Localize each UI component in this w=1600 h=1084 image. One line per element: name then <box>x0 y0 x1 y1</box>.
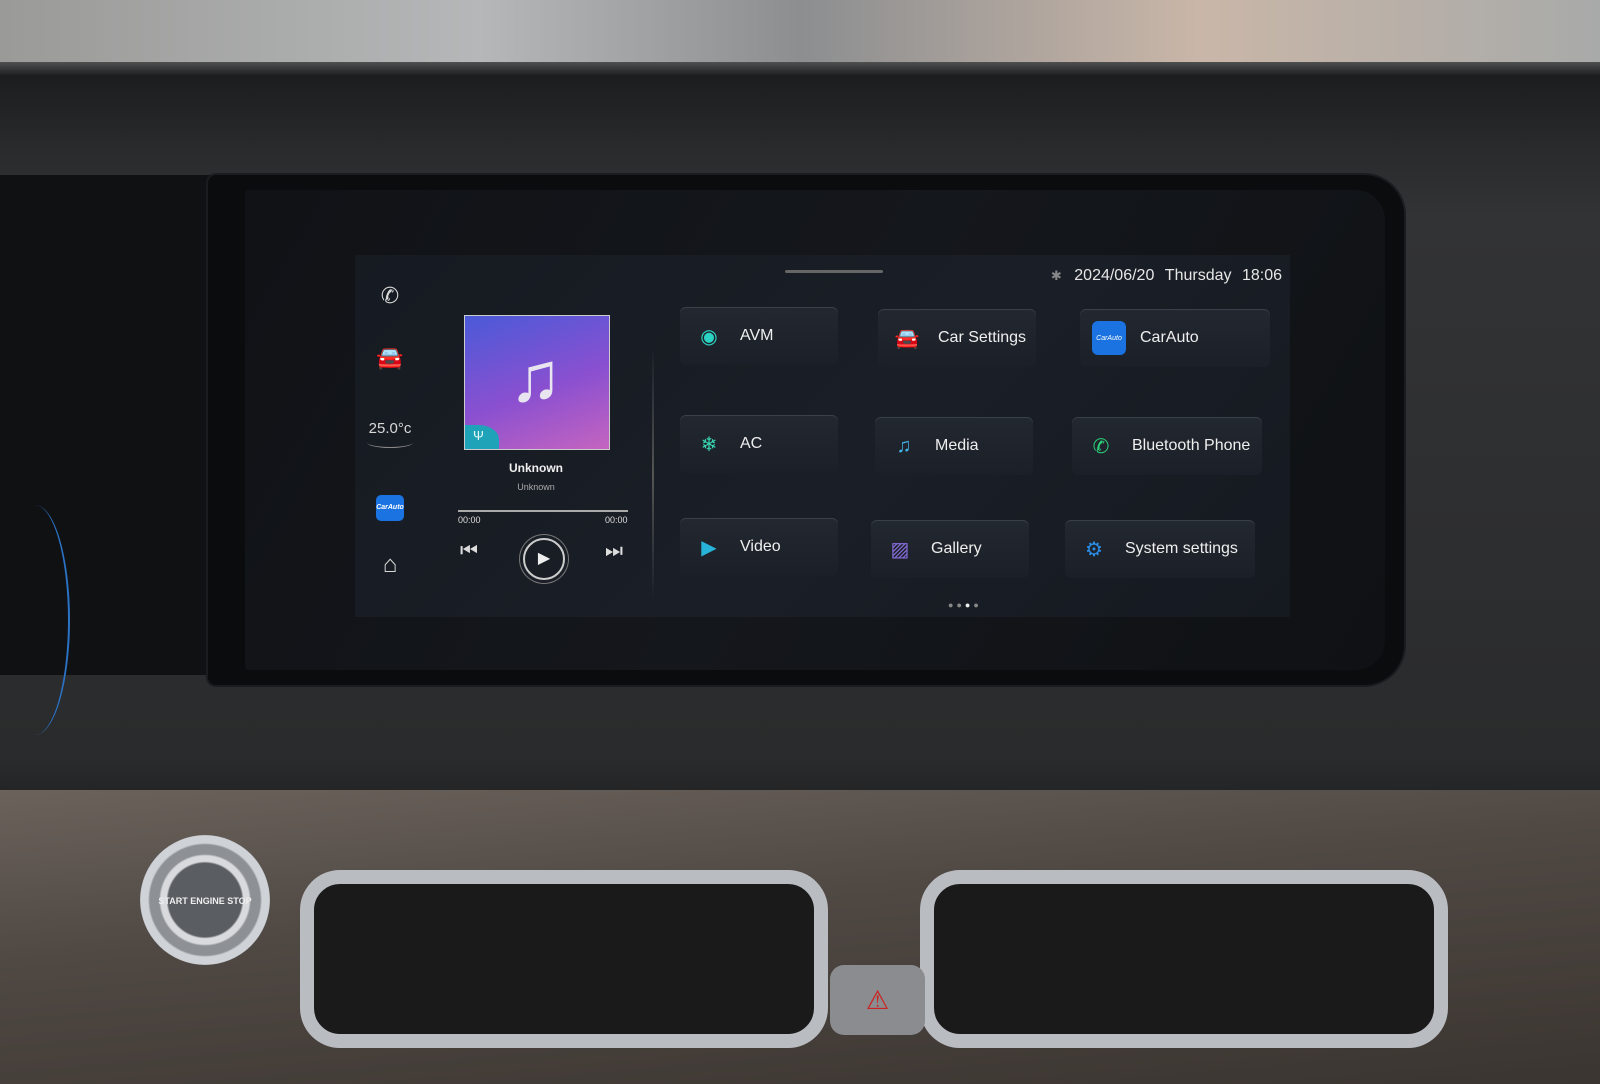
app-label: AVM <box>740 327 774 344</box>
start-engine-label: START ENGINE STOP <box>158 896 252 906</box>
temperature-value: 25.0°c <box>368 420 412 437</box>
app-label: Media <box>935 437 979 454</box>
app-label: CarAuto <box>1140 329 1199 346</box>
play-button[interactable]: ▶ <box>523 538 565 580</box>
car-icon: 🚘 <box>894 327 920 350</box>
app-label: Gallery <box>931 540 982 557</box>
music-icon: ♫ <box>896 434 912 457</box>
app-tile-carauto[interactable]: CarAuto CarAuto <box>1080 309 1270 367</box>
windshield-view <box>0 0 1600 62</box>
clock: 18:06 <box>1241 267 1282 284</box>
left-air-vent[interactable] <box>300 870 828 1048</box>
carauto-icon: CarAuto <box>1092 321 1126 355</box>
right-air-vent[interactable] <box>920 870 1448 1048</box>
track-artist: Unknown <box>517 482 555 492</box>
app-tile-system-settings[interactable]: ⚙ System settings <box>1065 520 1255 578</box>
home-screen: ✱ 2024/06/20 Thursday 18:06 ✆ 🚘 25.0°c C… <box>355 255 1290 617</box>
skip-forward-icon: ⏭ <box>605 540 623 562</box>
app-label: Car Settings <box>938 329 1027 346</box>
app-tile-car-settings[interactable]: 🚘 Car Settings <box>878 309 1036 367</box>
gallery-icon: ▨ <box>890 538 910 561</box>
status-bar: ✱ 2024/06/20 Thursday 18:06 <box>1051 267 1282 285</box>
album-art[interactable]: ♫ Ψ <box>464 315 610 450</box>
dock-car-button[interactable]: 🚘 <box>365 345 415 371</box>
app-tile-bluetooth-phone[interactable]: ✆ Bluetooth Phone <box>1072 417 1262 475</box>
date: 2024/06/20 <box>1074 267 1155 284</box>
gauge-arc <box>0 505 70 735</box>
app-label: Bluetooth Phone <box>1132 437 1251 454</box>
page-dot[interactable]: ● <box>956 600 964 610</box>
app-tile-avm[interactable]: ◉ AVM <box>680 307 838 365</box>
page-indicator[interactable]: ●●●● <box>948 600 982 610</box>
dock-carauto-button[interactable]: CarAuto <box>365 495 415 521</box>
weekday: Thursday <box>1164 267 1232 284</box>
app-tile-media[interactable]: ♫ Media <box>875 417 1033 475</box>
video-icon: ▶ <box>701 536 717 559</box>
car-icon: 🚘 <box>376 345 404 370</box>
music-note-icon: ♫ <box>509 338 562 416</box>
hazard-icon: ⚠ <box>865 985 890 1015</box>
side-dock: ✆ 🚘 25.0°c CarAuto ⌂ <box>355 255 425 617</box>
play-icon: ▶ <box>537 550 551 567</box>
duration: 00:00 <box>605 515 628 525</box>
avm-icon: ◉ <box>700 325 718 348</box>
app-label: System settings <box>1125 540 1238 557</box>
app-tile-video[interactable]: ▶ Video <box>680 518 838 576</box>
usb-icon: Ψ <box>465 425 499 449</box>
instrument-cluster <box>0 175 235 735</box>
gear-icon: ⚙ <box>1085 538 1103 561</box>
page-dot[interactable]: ● <box>973 600 981 610</box>
app-label: AC <box>740 435 763 452</box>
next-track-button[interactable]: ⏭ <box>605 540 623 563</box>
snowflake-icon: ❄ <box>700 433 718 456</box>
dock-phone-button[interactable]: ✆ <box>365 283 415 309</box>
divider <box>652 350 654 600</box>
start-engine-button[interactable]: START ENGINE STOP <box>140 835 270 965</box>
app-label: Video <box>740 538 781 555</box>
app-tile-ac[interactable]: ❄ AC <box>680 415 838 473</box>
previous-track-button[interactable]: ⏮ <box>460 540 478 563</box>
music-widget[interactable]: ♫ Ψ Unknown Unknown 00:00 00:00 ⏮ ▶ ⏭ <box>450 255 655 617</box>
phone-icon: ✆ <box>1092 435 1110 458</box>
temperature-arc <box>367 437 413 448</box>
phone-icon: ✆ <box>380 283 400 308</box>
elapsed-time: 00:00 <box>458 515 481 525</box>
carauto-icon: CarAuto <box>376 495 404 521</box>
home-icon: ⌂ <box>382 551 398 578</box>
dock-home-button[interactable]: ⌂ <box>365 551 415 579</box>
app-tile-gallery[interactable]: ▨ Gallery <box>871 520 1029 578</box>
skip-back-icon: ⏮ <box>460 540 478 562</box>
progress-bar[interactable] <box>458 510 628 512</box>
track-title: Unknown <box>509 461 563 475</box>
pull-down-handle[interactable] <box>785 270 883 273</box>
hazard-button[interactable]: ⚠ <box>830 965 925 1035</box>
bluetooth-icon: ✱ <box>1050 268 1062 283</box>
dock-temperature[interactable]: 25.0°c <box>365 420 415 448</box>
